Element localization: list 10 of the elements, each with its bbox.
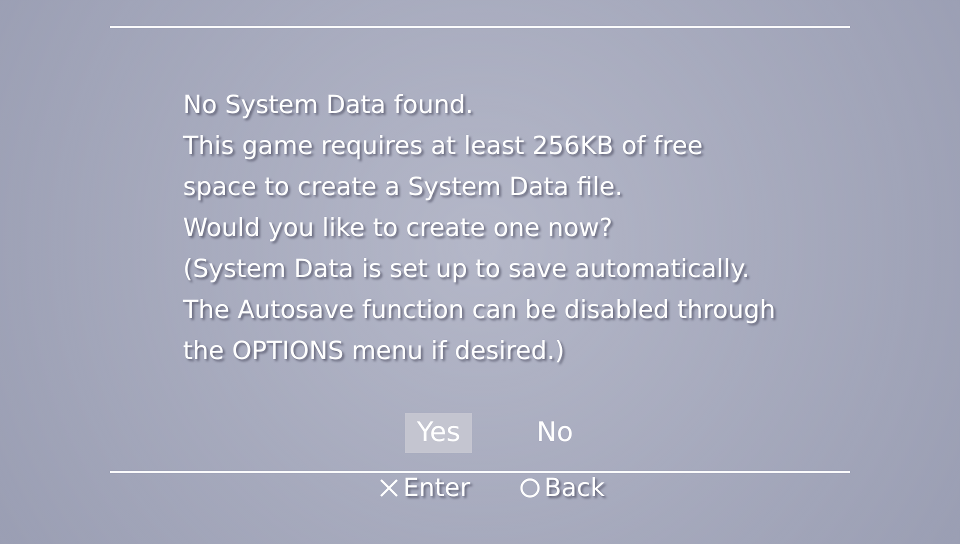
message-text: No System Data found. — [183, 89, 474, 121]
message-text: This game requires at least 256KB of free space to create a System Data file. — [183, 130, 704, 203]
option-button[interactable]: Yes — [404, 413, 472, 453]
message-text: (System Data is set up to save automatically. The Autosave function can be disabled through the OPTIONS menu if desired.) — [183, 253, 776, 367]
message-text: Would you like to create one now? — [183, 212, 614, 244]
option-button[interactable]: No — [524, 413, 586, 453]
button-hint: Enter — [403, 473, 470, 503]
button-hint: Back — [544, 473, 605, 503]
cross-icon — [379, 478, 400, 498]
circle-icon — [520, 478, 540, 498]
